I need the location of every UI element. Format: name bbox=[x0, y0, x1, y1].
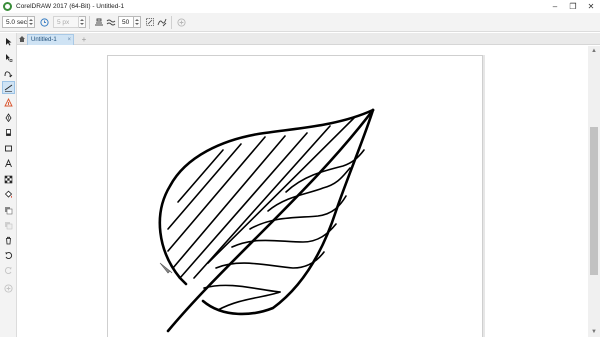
tab-untitled-1[interactable]: Untitled-1 × bbox=[27, 34, 74, 45]
drawing-workspace[interactable] bbox=[18, 46, 588, 337]
hatch-line bbox=[193, 125, 331, 279]
scroll-down-icon[interactable]: ▼ bbox=[588, 327, 600, 337]
vein-line bbox=[285, 149, 365, 193]
transparency-tool-icon[interactable] bbox=[2, 204, 15, 217]
tab-close-icon[interactable]: × bbox=[67, 37, 71, 43]
tab-label: Untitled-1 bbox=[31, 37, 57, 43]
interactive-tool-icon[interactable] bbox=[2, 219, 15, 232]
clock-icon[interactable] bbox=[38, 16, 50, 28]
new-tab-icon[interactable]: + bbox=[79, 34, 89, 44]
window-title: CorelDRAW 2017 (64-Bit) - Untitled-1 bbox=[16, 3, 125, 10]
vertical-scrollbar[interactable]: ▲ ▼ bbox=[588, 46, 600, 337]
separator bbox=[89, 15, 90, 29]
pattern-tool-icon[interactable] bbox=[2, 173, 15, 186]
artistic-media-tool-icon[interactable] bbox=[2, 96, 15, 109]
rectangle-tool-icon[interactable] bbox=[2, 142, 15, 155]
minimize-button[interactable]: – bbox=[546, 0, 564, 13]
live-sketch-tool-icon[interactable] bbox=[2, 81, 15, 94]
toolbox bbox=[0, 33, 17, 337]
smoothing-icon bbox=[105, 16, 117, 28]
property-bar: 5.0 sec 5 px 50 bbox=[0, 13, 600, 32]
scroll-thumb[interactable] bbox=[590, 127, 598, 275]
freehand-tool-icon[interactable] bbox=[2, 67, 15, 80]
home-icon[interactable] bbox=[17, 34, 26, 44]
delete-tool-icon[interactable] bbox=[2, 234, 15, 247]
close-button[interactable]: ✕ bbox=[582, 0, 600, 13]
vein-line bbox=[203, 284, 281, 293]
pressure-icon[interactable] bbox=[93, 16, 105, 28]
pick-tool-icon[interactable] bbox=[2, 35, 15, 48]
pen-tool-icon[interactable] bbox=[2, 111, 15, 124]
document-tab-bar: Untitled-1 × + bbox=[17, 33, 600, 45]
text-tool-icon[interactable] bbox=[2, 157, 15, 170]
add-tool-icon[interactable] bbox=[2, 282, 15, 295]
duration-field[interactable]: 5.0 sec bbox=[2, 16, 28, 28]
title-bar: CorelDRAW 2017 (64-Bit) - Untitled-1 – ❐… bbox=[0, 0, 600, 13]
bounding-box-icon[interactable] bbox=[144, 16, 156, 28]
scroll-up-icon[interactable]: ▲ bbox=[588, 46, 600, 56]
undo-tool-icon[interactable] bbox=[2, 249, 15, 262]
hatch-line bbox=[167, 143, 242, 230]
hatch-line bbox=[167, 136, 266, 252]
leaf-drawing[interactable] bbox=[18, 46, 588, 337]
smoothing-spinner[interactable] bbox=[134, 16, 141, 28]
duration-spinner[interactable] bbox=[28, 16, 35, 28]
vein-line bbox=[217, 291, 281, 311]
redo-tool-icon[interactable] bbox=[2, 264, 15, 277]
add-icon[interactable] bbox=[175, 16, 187, 28]
restore-button[interactable]: ❐ bbox=[564, 0, 582, 13]
fill-tool-icon[interactable] bbox=[2, 188, 15, 201]
smoothing-field[interactable]: 50 bbox=[118, 16, 134, 28]
vein-line bbox=[215, 251, 325, 269]
eraser-tool-icon[interactable] bbox=[2, 126, 15, 139]
freehand-icon[interactable] bbox=[156, 16, 168, 28]
shape-tool-icon[interactable] bbox=[2, 51, 15, 64]
nib-size-spinner[interactable] bbox=[79, 16, 86, 28]
nib-size-field[interactable]: 5 px bbox=[53, 16, 79, 28]
window-controls: – ❐ ✕ bbox=[546, 0, 600, 13]
coreldraw-logo-icon bbox=[3, 2, 12, 11]
separator bbox=[171, 15, 172, 29]
hatch-line bbox=[172, 135, 286, 269]
vein-line bbox=[231, 223, 337, 248]
